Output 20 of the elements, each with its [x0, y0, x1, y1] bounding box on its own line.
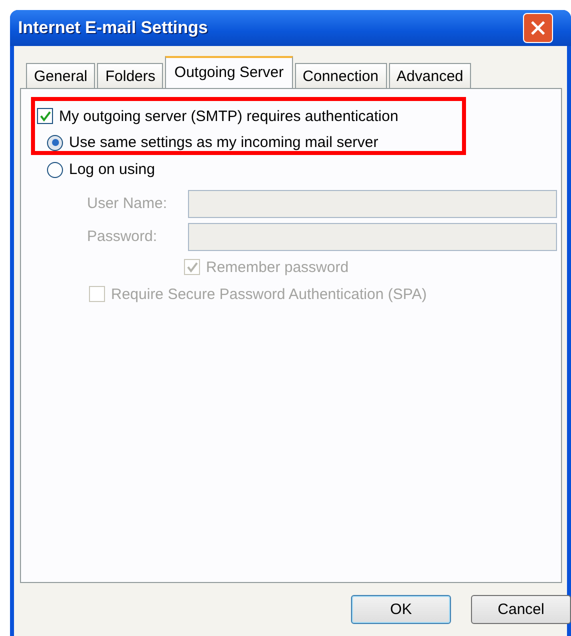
field-label: User Name:	[87, 195, 168, 212]
dialog-button[interactable]: Cancel	[471, 595, 571, 624]
field-label: Password:	[87, 228, 158, 245]
close-icon	[530, 20, 546, 36]
checkbox-label: Remember password	[206, 258, 349, 276]
checkbox-label: My outgoing server (SMTP) requires authentication	[59, 108, 398, 124]
tab[interactable]: Outgoing Server	[165, 56, 293, 89]
close-button[interactable]	[523, 13, 553, 43]
radio-button[interactable]	[47, 162, 63, 178]
checkbox[interactable]	[37, 108, 53, 124]
tab[interactable]: Connection	[294, 63, 387, 88]
tab[interactable]: Folders	[97, 63, 164, 88]
radio-label: Log on using	[69, 161, 155, 178]
radio-label: Use same settings as my incoming mail server	[69, 134, 378, 151]
tab[interactable]: General	[26, 63, 96, 88]
checkbox-label: Require Secure Password Authentication (SPA)	[111, 286, 427, 302]
tab[interactable]: Advanced	[388, 63, 472, 88]
radio-button[interactable]	[47, 134, 63, 150]
window-title: Internet E-mail Settings	[18, 18, 208, 38]
dialog-button[interactable]: OK	[351, 595, 451, 624]
